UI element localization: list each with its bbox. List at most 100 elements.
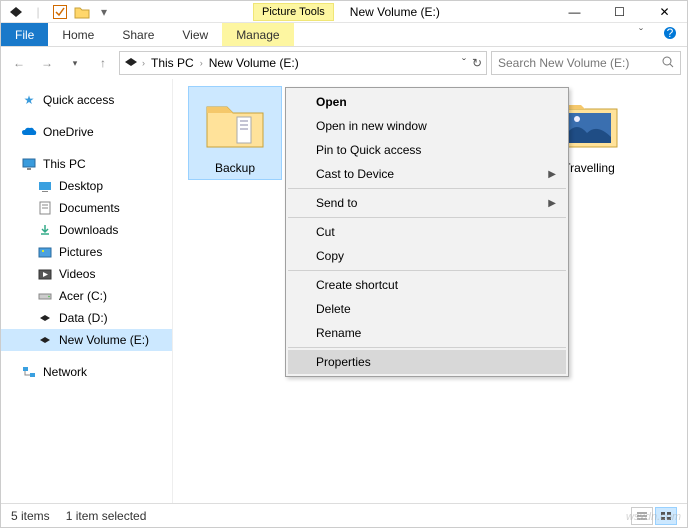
forward-button[interactable]: → [35,51,59,75]
status-selection: 1 item selected [66,509,147,523]
sidebar-item-drive-e[interactable]: New Volume (E:) [1,329,172,351]
sidebar-item-quick-access[interactable]: ★ Quick access [1,89,172,111]
drive-icon [124,56,138,70]
status-item-count: 5 items [11,509,50,523]
breadcrumb[interactable]: New Volume (E:) [207,56,301,70]
address-bar[interactable]: › This PC › New Volume (E:) ˇ ↻ [119,51,487,75]
desktop-icon [37,178,53,194]
sidebar-item-desktop[interactable]: Desktop [1,175,172,197]
menu-item-label: Cast to Device [316,167,394,181]
sidebar-item-label: New Volume (E:) [59,333,149,347]
watermark: wsxdn.com [626,511,681,523]
sidebar-item-label: Quick access [43,93,114,107]
sidebar-item-drive-d[interactable]: Data (D:) [1,307,172,329]
menu-separator [288,347,566,348]
quick-access-toolbar: | ▾ [1,3,113,21]
menu-item-rename[interactable]: Rename [288,321,566,345]
sidebar-item-label: Downloads [59,223,118,237]
sidebar-item-label: Documents [59,201,120,215]
menu-item-pin-quick-access[interactable]: Pin to Quick access [288,138,566,162]
chevron-right-icon: ▶ [548,169,556,180]
address-bar-row: ← → ▾ ↑ › This PC › New Volume (E:) ˇ ↻ … [1,47,687,79]
sidebar-item-label: Videos [59,267,95,281]
sidebar-item-network[interactable]: Network [1,361,172,383]
menu-item-cut[interactable]: Cut [288,220,566,244]
drive-icon [37,332,53,348]
network-icon [21,364,37,380]
menu-item-label: Send to [316,196,357,210]
sidebar-item-label: OneDrive [43,125,94,139]
menu-item-copy[interactable]: Copy [288,244,566,268]
chevron-right-icon[interactable]: › [142,58,145,68]
folder-label: Backup [215,161,255,175]
menu-item-open[interactable]: Open [288,90,566,114]
sidebar-item-label: Desktop [59,179,103,193]
downloads-icon [37,222,53,238]
menu-item-properties[interactable]: Properties [288,350,566,374]
videos-icon [37,266,53,282]
help-icon[interactable]: ? [653,23,687,46]
sidebar-item-pictures[interactable]: Pictures [1,241,172,263]
sidebar-item-onedrive[interactable]: OneDrive [1,121,172,143]
pictures-icon [37,244,53,260]
home-tab[interactable]: Home [48,23,108,46]
up-button[interactable]: ↑ [91,51,115,75]
menu-item-delete[interactable]: Delete [288,297,566,321]
share-tab[interactable]: Share [108,23,168,46]
menu-item-cast-to-device[interactable]: Cast to Device ▶ [288,162,566,186]
back-button[interactable]: ← [7,51,31,75]
sidebar-item-drive-c[interactable]: Acer (C:) [1,285,172,307]
chevron-right-icon: ▶ [548,198,556,209]
checkbox-icon[interactable] [51,3,69,21]
refresh-icon[interactable]: ↻ [472,56,482,70]
breadcrumb[interactable]: This PC [149,56,196,70]
folder-item[interactable]: Backup [189,87,281,179]
history-dropdown-icon[interactable]: ▾ [63,51,87,75]
qat-dropdown-icon[interactable]: ▾ [95,3,113,21]
menu-item-send-to[interactable]: Send to ▶ [288,191,566,215]
address-dropdown-icon[interactable]: ˇ [462,56,466,70]
folder-icon[interactable] [73,3,91,21]
sidebar-item-label: Data (D:) [59,311,108,325]
ribbon-expand-icon[interactable]: ˇ [629,23,653,46]
manage-tab[interactable]: Manage [222,23,293,46]
pc-icon [21,156,37,172]
sidebar-item-label: Acer (C:) [59,289,107,303]
menu-separator [288,217,566,218]
file-tab[interactable]: File [1,23,48,46]
qat-divider: | [29,3,47,21]
sidebar-item-documents[interactable]: Documents [1,197,172,219]
search-placeholder: Search New Volume (E:) [498,56,629,70]
navigation-pane: ★ Quick access OneDrive This PC Desktop … [1,79,173,509]
menu-item-create-shortcut[interactable]: Create shortcut [288,273,566,297]
search-icon[interactable] [662,56,674,71]
documents-icon [37,200,53,216]
status-bar: 5 items 1 item selected [1,503,687,527]
minimize-button[interactable]: — [552,1,597,23]
view-tab[interactable]: View [168,23,222,46]
drive-icon [37,310,53,326]
contextual-tab-label: Picture Tools [253,3,334,21]
close-button[interactable]: ✕ [642,1,687,23]
title-middle: Picture Tools New Volume (E:) [113,3,552,21]
menu-item-open-new-window[interactable]: Open in new window [288,114,566,138]
window-title: New Volume (E:) [350,5,440,19]
folder-label: Travelling [563,161,615,175]
cloud-icon [21,124,37,140]
drive-icon [37,288,53,304]
sidebar-item-videos[interactable]: Videos [1,263,172,285]
chevron-right-icon[interactable]: › [200,58,203,68]
menu-separator [288,188,566,189]
svg-text:?: ? [667,26,674,40]
sidebar-item-this-pc[interactable]: This PC [1,153,172,175]
sidebar-item-label: Pictures [59,245,102,259]
app-icon [7,3,25,21]
sidebar-item-label: This PC [43,157,86,171]
title-bar: | ▾ Picture Tools New Volume (E:) — ☐ ✕ [1,1,687,23]
context-menu: Open Open in new window Pin to Quick acc… [285,87,569,377]
sidebar-item-downloads[interactable]: Downloads [1,219,172,241]
sidebar-item-label: Network [43,365,87,379]
search-input[interactable]: Search New Volume (E:) [491,51,681,75]
maximize-button[interactable]: ☐ [597,1,642,23]
menu-separator [288,270,566,271]
